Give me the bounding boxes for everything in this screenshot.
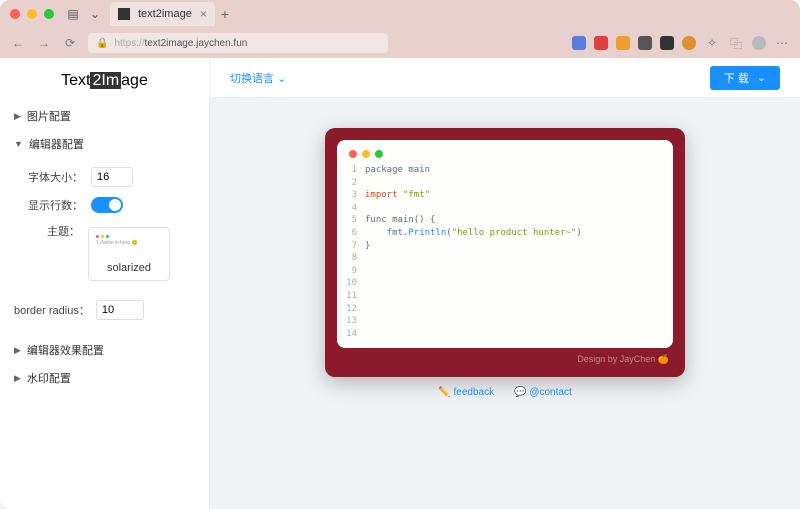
more-menu-icon[interactable]: ⋯ (774, 36, 790, 50)
download-button[interactable]: 下 载⌄ (710, 66, 780, 90)
font-size-label: 字体大小： (28, 169, 83, 185)
browser-address-bar: ← → ⟳ 🔒 https://text2image.jaychen.fun ✧… (0, 28, 800, 58)
credit-text: Design by JayChen 🍊 (337, 348, 673, 365)
new-tab-button[interactable]: + (221, 6, 229, 22)
section-image-config[interactable]: ▶ 图片配置 (0, 102, 209, 130)
section-editor-config[interactable]: ▼ 编辑器配置 (0, 130, 209, 158)
image-frame: 1package main23import "fmt"45func main()… (325, 128, 685, 377)
main-topbar: 切换语言 ⌄ 下 载⌄ (210, 58, 800, 98)
extension-icon[interactable] (682, 36, 696, 50)
extension-bar: ✧ ⿻ ⋯ (572, 35, 790, 52)
maximize-window-icon[interactable] (44, 9, 54, 19)
theme-label: 主题： (28, 223, 80, 239)
close-window-icon[interactable] (10, 9, 20, 19)
share-icon[interactable]: ✧ (704, 36, 720, 50)
dot-green-icon (375, 150, 383, 158)
caret-down-icon: ▼ (14, 139, 23, 149)
font-size-input[interactable] (91, 167, 133, 187)
dot-yellow-icon (362, 150, 370, 158)
code-body[interactable]: 1package main23import "fmt"45func main()… (345, 164, 665, 340)
window-dots (345, 148, 665, 164)
editor-config-body: 字体大小： 显示行数： 主题： 1 //write in here 😊 sola… (0, 158, 209, 294)
forward-button[interactable]: → (36, 36, 52, 50)
window-controls (10, 9, 54, 19)
theme-name: solarized (93, 258, 165, 276)
tab-favicon-icon (118, 8, 130, 20)
url-text: https://text2image.jaychen.fun (114, 38, 247, 49)
browser-tab[interactable]: text2image × (110, 2, 215, 26)
url-input[interactable]: 🔒 https://text2image.jaychen.fun (88, 33, 388, 53)
browser-titlebar: ▤ ⌄ text2image × + (0, 0, 800, 28)
minimize-window-icon[interactable] (27, 9, 37, 19)
back-button[interactable]: ← (10, 36, 26, 50)
show-lines-label: 显示行数： (28, 197, 83, 213)
language-switcher[interactable]: 切换语言 ⌄ (230, 70, 286, 86)
tab-title: text2image (138, 8, 192, 20)
chevron-down-icon[interactable]: ⌄ (88, 7, 102, 21)
extension-icon[interactable] (572, 36, 586, 50)
copy-icon[interactable]: ⿻ (728, 35, 744, 52)
sidebar: Text2Image ▶ 图片配置 ▼ 编辑器配置 字体大小： 显示行数： 主题… (0, 58, 210, 509)
caret-right-icon: ▶ (14, 111, 21, 122)
border-radius-input[interactable] (96, 300, 144, 320)
extension-icon[interactable] (594, 36, 608, 50)
extension-icon[interactable] (660, 36, 674, 50)
section-effect-config[interactable]: ▶ 编辑器效果配置 (0, 336, 209, 364)
profile-avatar-icon[interactable] (752, 36, 766, 50)
footer-links: ✏️ feedback 💬 @contact (438, 377, 571, 412)
preview-canvas: 1package main23import "fmt"45func main()… (210, 98, 800, 509)
chevron-down-icon: ⌄ (757, 71, 766, 84)
section-watermark-config[interactable]: ▶ 水印配置 (0, 364, 209, 392)
border-radius-label: border radius： (14, 302, 90, 318)
sidebar-toggle-icon[interactable]: ▤ (66, 7, 80, 21)
contact-link[interactable]: 💬 @contact (514, 387, 572, 398)
caret-right-icon: ▶ (14, 373, 21, 384)
caret-right-icon: ▶ (14, 345, 21, 356)
extension-icon[interactable] (638, 36, 652, 50)
app-logo: Text2Image (0, 66, 209, 102)
show-lines-toggle[interactable] (91, 197, 123, 213)
code-window[interactable]: 1package main23import "fmt"45func main()… (337, 140, 673, 348)
dot-red-icon (349, 150, 357, 158)
theme-preview: 1 //write in here 😊 (93, 232, 165, 258)
lock-icon: 🔒 (96, 38, 108, 49)
tab-close-icon[interactable]: × (200, 7, 207, 21)
chevron-down-icon: ⌄ (277, 73, 286, 85)
refresh-button[interactable]: ⟳ (62, 36, 78, 50)
main-area: 切换语言 ⌄ 下 载⌄ 1package main23import "fmt"4… (210, 58, 800, 509)
theme-card[interactable]: 1 //write in here 😊 solarized (88, 227, 170, 281)
extension-icon[interactable] (616, 36, 630, 50)
feedback-link[interactable]: ✏️ feedback (438, 387, 494, 398)
